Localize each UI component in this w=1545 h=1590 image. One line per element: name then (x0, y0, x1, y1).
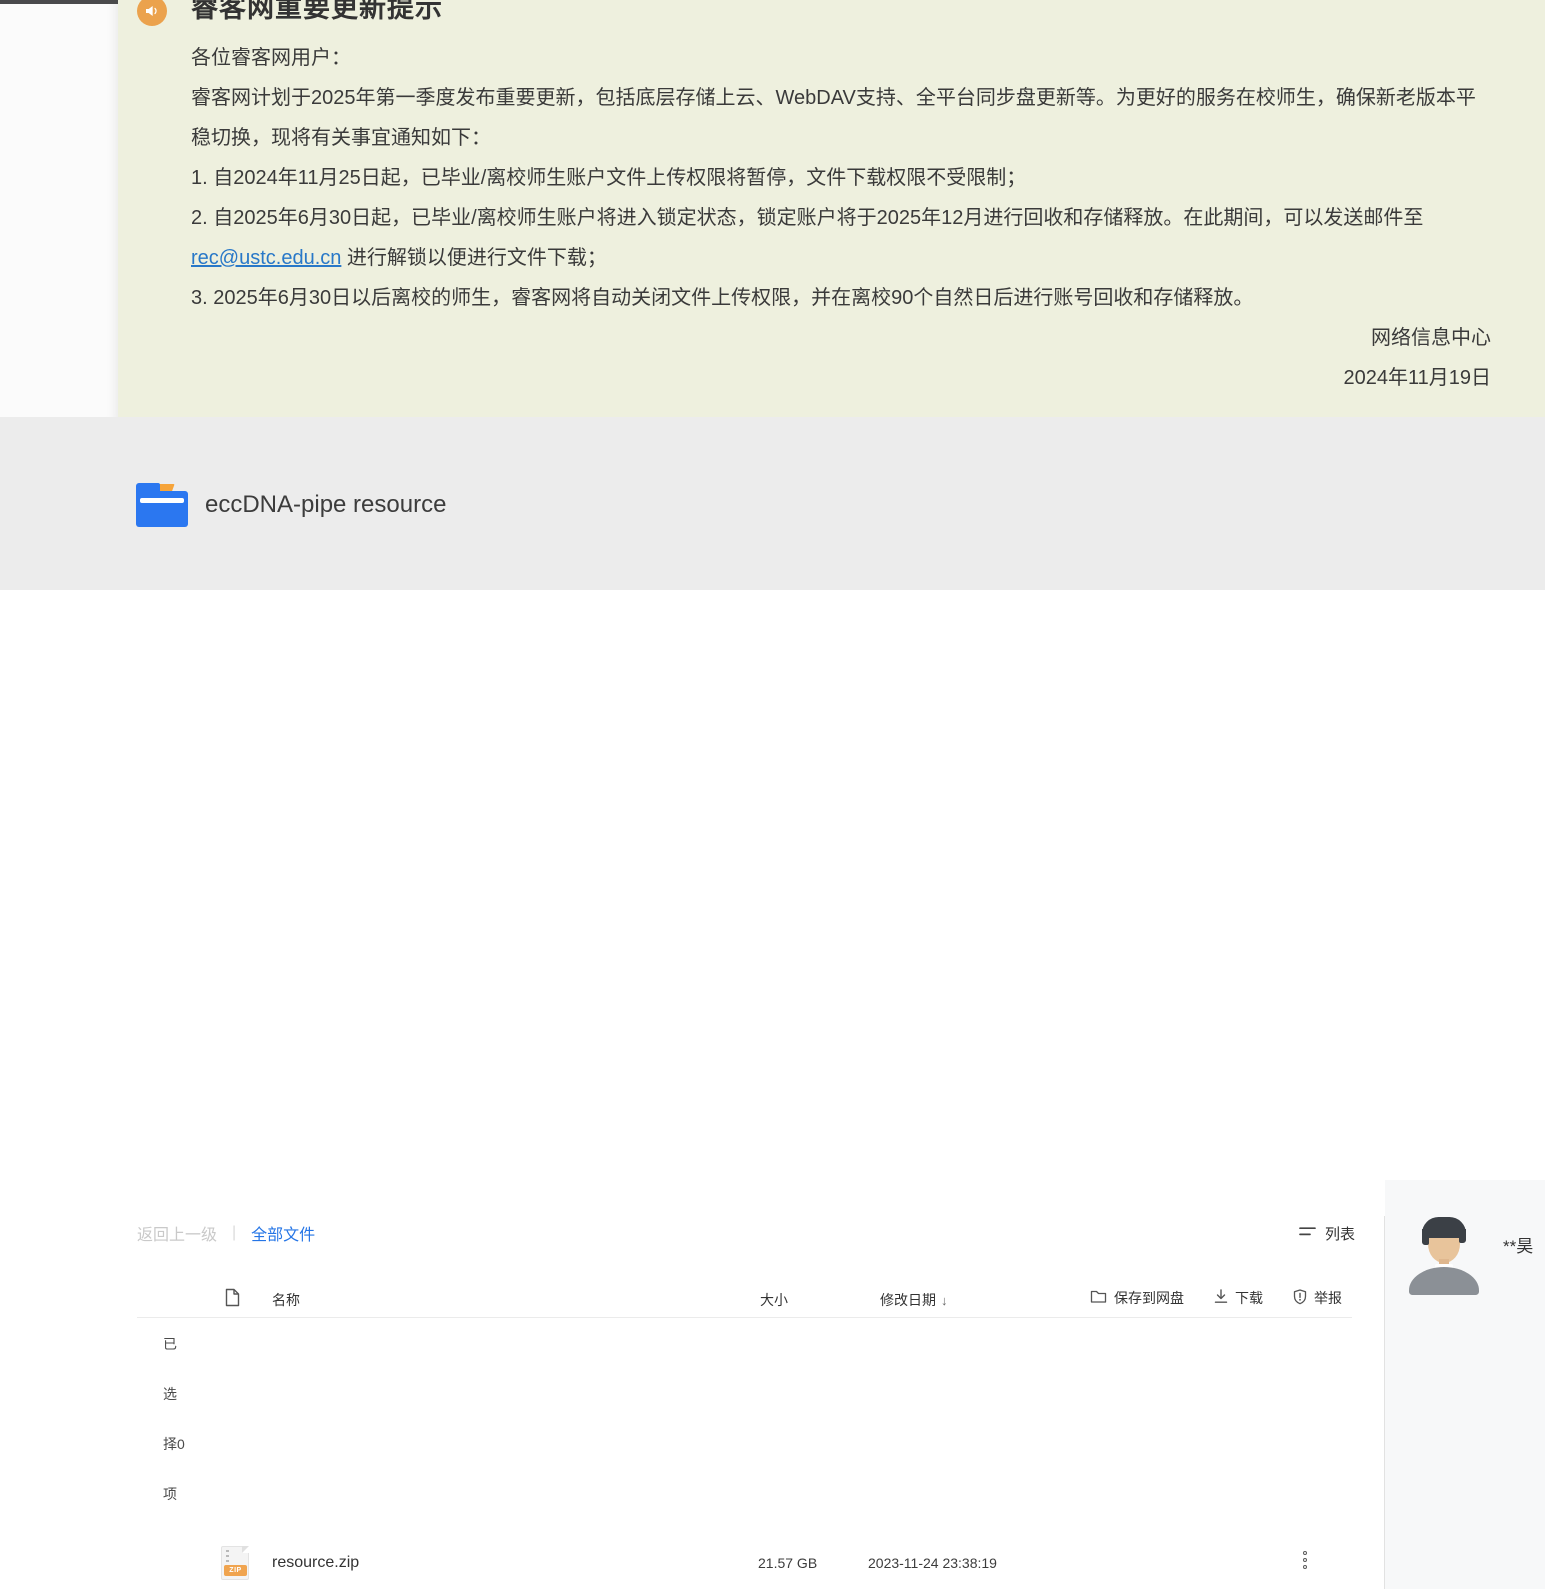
row-more-menu-icon[interactable] (1300, 1551, 1310, 1572)
back-to-parent-link[interactable]: 返回上一级 (137, 1221, 217, 1245)
avatar-hair-right (1459, 1229, 1466, 1243)
email-link[interactable]: rec@ustc.edu.cn (191, 247, 341, 269)
zip-icon-fold (242, 1546, 249, 1553)
user-display-name: **昊 (1503, 1232, 1533, 1257)
selection-status: 已选择0项 (163, 1319, 189, 1519)
download-label: 下载 (1235, 1288, 1263, 1308)
zip-icon-badge: ZIP (224, 1565, 247, 1576)
table-actions: 保存到网盘 下载 (1090, 1278, 1342, 1318)
avatar-shoulders (1409, 1267, 1479, 1295)
announcement-item-3: 3. 2025年6月30日以后离校的师生，睿客网将自动关闭文件上传权限，并在离校… (191, 278, 1491, 318)
megaphone-icon (137, 0, 167, 26)
sort-descending-icon: ↓ (941, 1293, 948, 1308)
panel-divider (1384, 1216, 1385, 1589)
share-header-band: eccDNA-pipe resource (0, 417, 1545, 590)
column-header-modified-sort[interactable]: 修改日期 ↓ (880, 1290, 948, 1310)
zip-file-icon: ZIP (221, 1546, 249, 1580)
shared-folder-title: eccDNA-pipe resource (205, 491, 446, 519)
announcement-item-2-suffix: 进行解锁以便进行文件下载； (341, 247, 607, 269)
report-button[interactable]: 举报 (1293, 1288, 1342, 1308)
save-to-drive-button[interactable]: 保存到网盘 (1090, 1288, 1184, 1308)
announcement-item-1: 1. 自2024年11月25日起，已毕业/离校师生账户文件上传权限将暂停，文件下… (191, 158, 1491, 198)
announcement-signature: 网络信息中心 (191, 318, 1491, 358)
save-folder-icon (1090, 1289, 1107, 1307)
file-browser: 返回上一级 | 全部文件 列表 **昊 已选择0项 名称 大小 (0, 590, 1545, 999)
report-shield-icon (1293, 1289, 1307, 1308)
list-view-icon (1298, 1225, 1317, 1242)
list-view-label: 列表 (1325, 1223, 1355, 1244)
avatar[interactable] (1409, 1217, 1479, 1295)
avatar-hair-left (1422, 1229, 1429, 1245)
announcement-date: 2024年11月19日 (191, 358, 1491, 398)
table-header-row: 名称 大小 修改日期 ↓ 保存到网盘 (137, 1278, 1352, 1318)
report-label: 举报 (1314, 1288, 1342, 1308)
file-size: 21.57 GB (758, 1555, 817, 1571)
save-to-drive-label: 保存到网盘 (1114, 1288, 1184, 1308)
announcement-panel: 睿客网重要更新提示 各位睿客网用户： 睿客网计划于2025年第一季度发布重要更新… (118, 0, 1545, 417)
file-name[interactable]: resource.zip (272, 1554, 359, 1572)
breadcrumb: 返回上一级 | 全部文件 (137, 1221, 315, 1245)
announcement-title: 睿客网重要更新提示 (191, 0, 443, 25)
file-type-column-icon (225, 1288, 240, 1310)
folder-icon (136, 483, 188, 527)
download-button[interactable]: 下载 (1214, 1288, 1263, 1308)
column-header-size: 大小 (760, 1290, 788, 1310)
announcement-intro: 睿客网计划于2025年第一季度发布重要更新，包括底层存储上云、WebDAV支持、… (191, 78, 1491, 158)
list-view-button[interactable]: 列表 (1298, 1223, 1355, 1244)
left-gutter (0, 4, 118, 417)
announcement-body: 各位睿客网用户： 睿客网计划于2025年第一季度发布重要更新，包括底层存储上云、… (191, 38, 1491, 398)
folder-body (136, 491, 188, 527)
all-files-link[interactable]: 全部文件 (251, 1221, 315, 1245)
column-header-name: 名称 (272, 1290, 300, 1310)
announcement-greeting: 各位睿客网用户： (191, 38, 1491, 78)
table-row[interactable]: ZIP resource.zip 21.57 GB 2023-11-24 23:… (137, 1536, 1352, 1590)
announcement-item-2: 2. 自2025年6月30日起，已毕业/离校师生账户将进入锁定状态，锁定账户将于… (191, 198, 1491, 278)
breadcrumb-separator: | (232, 1224, 236, 1242)
column-header-modified: 修改日期 (880, 1292, 936, 1308)
file-modified-date: 2023-11-24 23:38:19 (868, 1555, 997, 1571)
announcement-item-2-text: 2. 自2025年6月30日起，已毕业/离校师生账户将进入锁定状态，锁定账户将于… (191, 207, 1423, 229)
download-icon (1214, 1289, 1228, 1307)
folder-stripe (140, 498, 184, 503)
